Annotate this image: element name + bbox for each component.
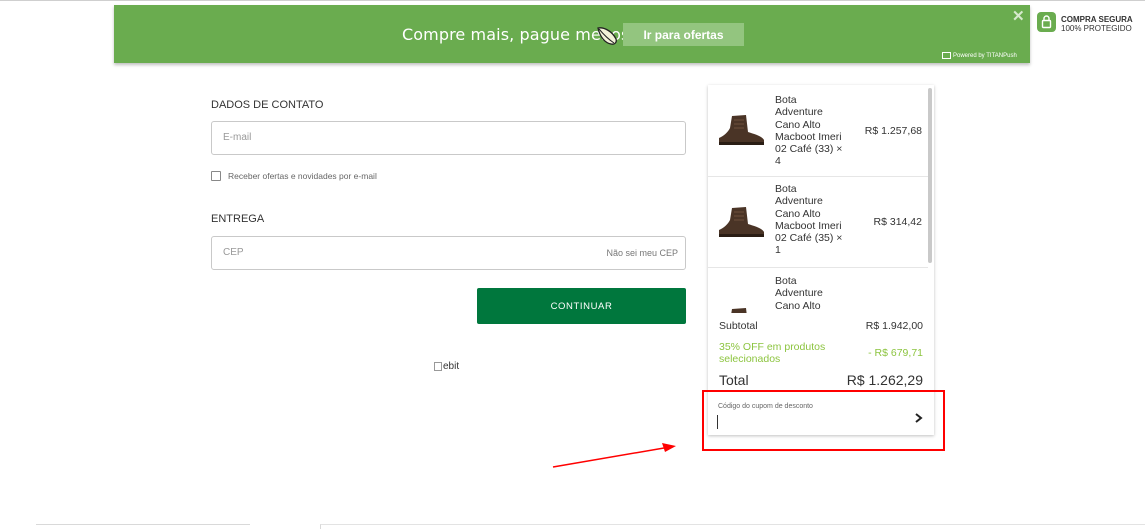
cart-item-name: Bota Adventure Cano Alto Macboot Imeri 0… xyxy=(775,183,843,257)
total-row: Total R$ 1.262,29 xyxy=(719,372,923,388)
cart-item-price: R$ 314,42 xyxy=(873,216,922,228)
powered-by-label: Powered by TITANPush xyxy=(942,52,1017,59)
cart-item-list[interactable]: Bota Adventure Cano Alto Macboot Imeri 0… xyxy=(708,85,928,313)
promo-banner: Compre mais, pague menos Ir para ofertas… xyxy=(114,5,1030,63)
newsletter-checkbox[interactable] xyxy=(211,171,221,181)
continue-button[interactable]: CONTINUAR xyxy=(477,288,686,324)
subtotal-value: R$ 1.942,00 xyxy=(865,320,923,332)
secure-badge-subtitle: 100% PROTEGIDO xyxy=(1061,24,1132,33)
cep-field[interactable]: CEP Não sei meu CEP xyxy=(211,236,686,270)
discount-value: - R$ 679,71 xyxy=(868,347,923,359)
total-value: R$ 1.262,29 xyxy=(846,372,923,388)
cart-item-price: R$ 1.257,68 xyxy=(864,125,922,137)
leaf-icon xyxy=(597,27,617,45)
cart-summary: Bota Adventure Cano Alto Macboot Imeri 0… xyxy=(708,85,934,435)
annotation-highlight-box xyxy=(702,390,945,451)
powered-by-text: Powered by TITANPush xyxy=(953,53,1017,60)
ebit-image: ebit xyxy=(434,361,459,372)
bottom-divider-right xyxy=(320,524,1145,529)
subtotal-label: Subtotal xyxy=(719,320,758,332)
window-top-border xyxy=(0,0,1145,1)
cart-item: Bota Adventure Cano Alto xyxy=(708,268,928,313)
newsletter-label[interactable]: Receber ofertas e novidades por e-mail xyxy=(228,171,377,181)
boot-image xyxy=(719,115,764,145)
padlock-shape xyxy=(1041,15,1052,29)
cart-scrollbar[interactable] xyxy=(928,88,932,263)
ebit-alt-text: ebit xyxy=(443,361,460,372)
cart-item-name: Bota Adventure Cano Alto Macboot Imeri 0… xyxy=(775,94,843,168)
cep-placeholder: CEP xyxy=(223,247,244,258)
close-icon[interactable]: ✕ xyxy=(1012,7,1025,25)
titanpush-icon xyxy=(942,52,951,59)
lock-icon xyxy=(1037,12,1056,32)
contact-section-title: DADOS DE CONTATO xyxy=(211,99,324,111)
total-label: Total xyxy=(719,372,749,388)
email-field[interactable]: E-mail xyxy=(211,121,686,155)
boot-image xyxy=(731,308,747,313)
cart-item: Bota Adventure Cano Alto Macboot Imeri 0… xyxy=(708,177,928,268)
subtotal-row: Subtotal R$ 1.942,00 xyxy=(719,320,923,332)
broken-image-icon xyxy=(434,361,442,371)
unknown-cep-link[interactable]: Não sei meu CEP xyxy=(606,248,678,258)
offers-button[interactable]: Ir para ofertas xyxy=(623,23,744,46)
discount-label: 35% OFF em produtos selecionados xyxy=(719,341,826,365)
discount-row: 35% OFF em produtos selecionados - R$ 67… xyxy=(719,341,923,365)
cart-item-name: Bota Adventure Cano Alto xyxy=(775,275,823,312)
email-placeholder: E-mail xyxy=(223,132,252,143)
delivery-section-title: ENTREGA xyxy=(211,213,265,225)
annotation-arrow-icon xyxy=(552,443,676,468)
bottom-divider xyxy=(36,524,250,529)
secure-badge-title: COMPRA SEGURA xyxy=(1061,15,1133,24)
boot-image xyxy=(719,207,764,237)
cart-item: Bota Adventure Cano Alto Macboot Imeri 0… xyxy=(708,85,928,177)
